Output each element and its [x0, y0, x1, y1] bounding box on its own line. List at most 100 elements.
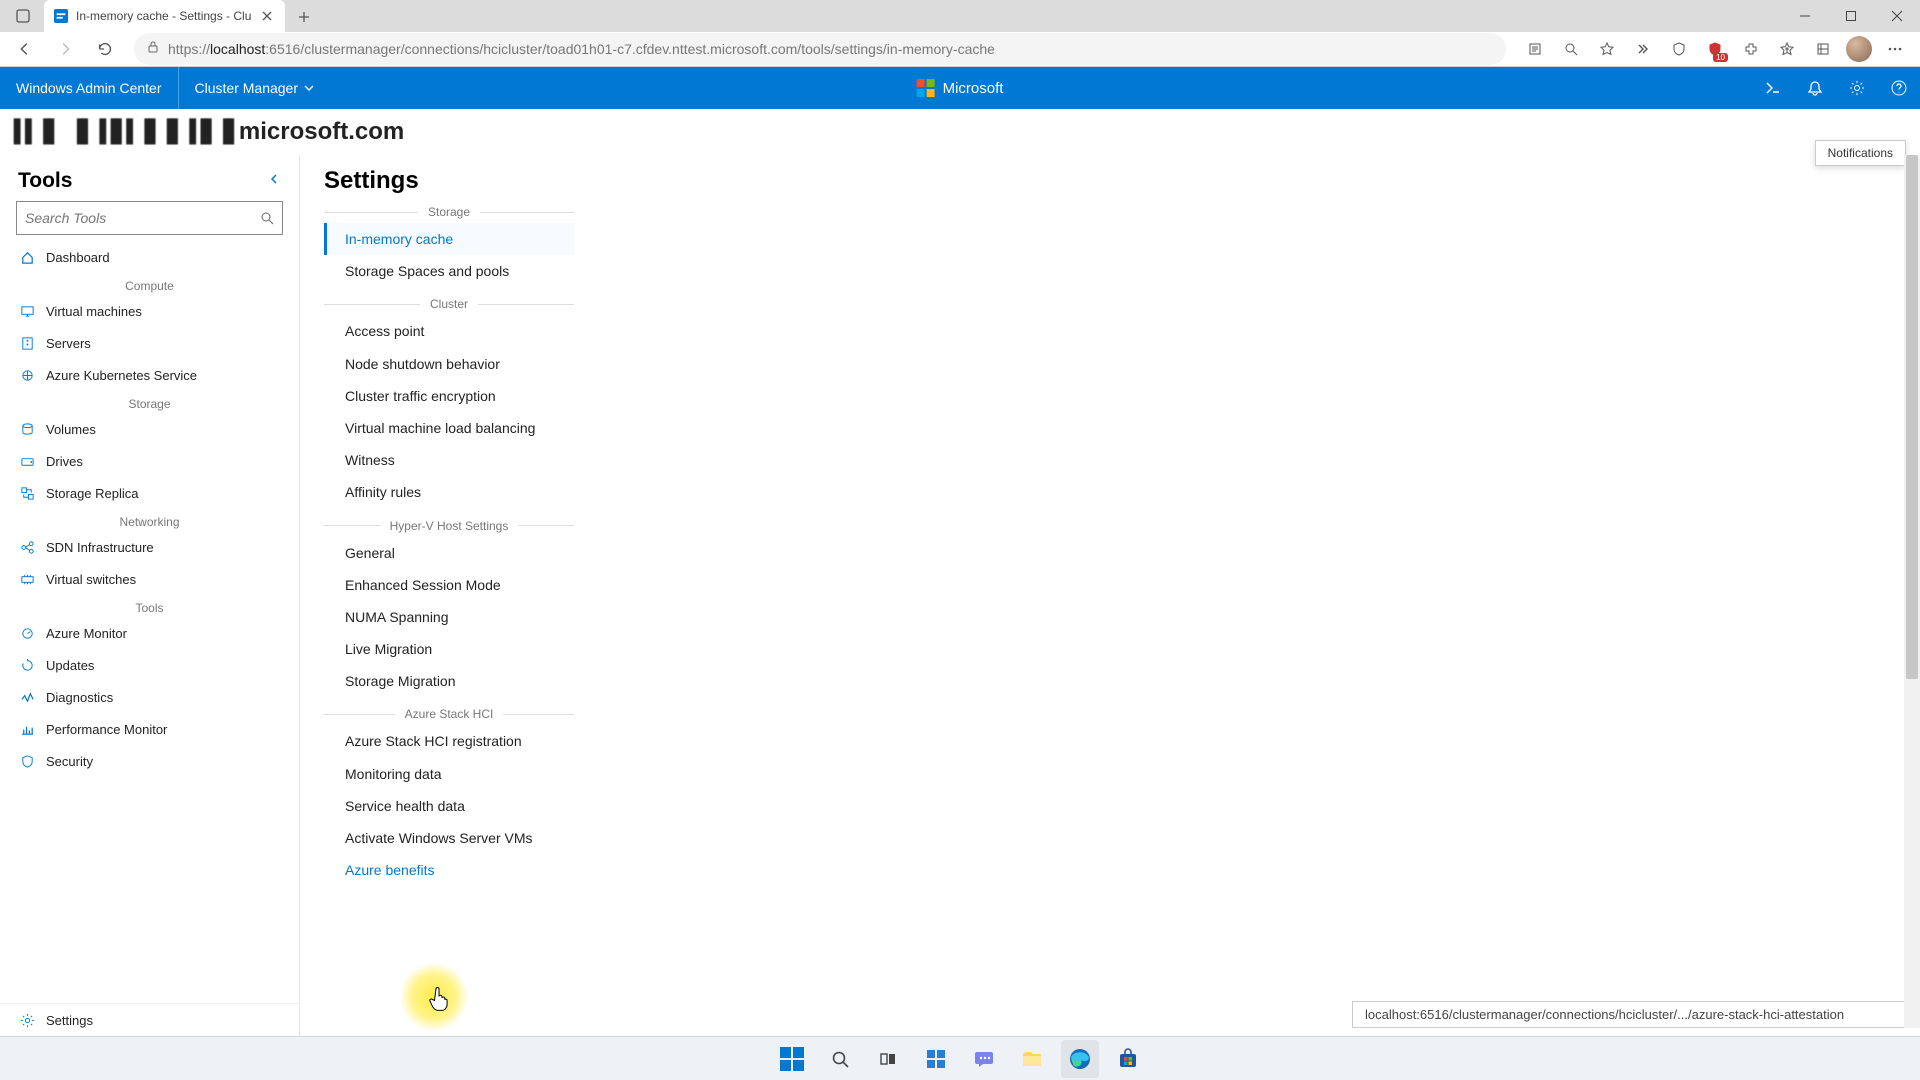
settings-gear-button[interactable]	[1836, 67, 1878, 109]
tool-item-performance-monitor[interactable]: Performance Monitor	[0, 713, 299, 745]
settings-pane: Settings StorageIn-memory cacheStorage S…	[300, 155, 1920, 1036]
taskbar-search[interactable]	[821, 1040, 859, 1078]
tool-item-servers[interactable]: Servers	[0, 327, 299, 359]
settings-item-monitoring-data[interactable]: Monitoring data	[324, 758, 574, 790]
tool-item-virtual-switches[interactable]: Virtual switches	[0, 563, 299, 595]
tool-item-label: Virtual switches	[46, 572, 136, 587]
settings-item-activate-windows-server-vms[interactable]: Activate Windows Server VMs	[324, 822, 574, 854]
window-controls	[1782, 0, 1920, 32]
settings-item-live-migration[interactable]: Live Migration	[324, 633, 574, 665]
start-button[interactable]	[773, 1040, 811, 1078]
tool-item-volumes[interactable]: Volumes	[0, 413, 299, 445]
settings-item-numa-spanning[interactable]: NUMA Spanning	[324, 601, 574, 633]
powershell-button[interactable]	[1752, 67, 1794, 109]
tab-close-button[interactable]	[259, 8, 275, 24]
wac-brand[interactable]: Windows Admin Center	[0, 67, 179, 109]
favorite-icon[interactable]	[1590, 32, 1624, 66]
monitor-icon	[18, 624, 36, 642]
tools-search[interactable]	[16, 201, 283, 235]
settings-item-storage-migration[interactable]: Storage Migration	[324, 665, 574, 697]
tool-item-azure-kubernetes-service[interactable]: Azure Kubernetes Service	[0, 359, 299, 391]
browser-chrome: In-memory cache - Settings - Clu https:/…	[0, 0, 1920, 67]
settings-item-in-memory-cache[interactable]: In-memory cache	[324, 223, 574, 255]
taskbar-store[interactable]	[1109, 1040, 1147, 1078]
extensions-icon[interactable]	[1734, 32, 1768, 66]
settings-item-service-health-data[interactable]: Service health data	[324, 790, 574, 822]
shopping-shield-icon[interactable]: 10	[1698, 32, 1732, 66]
settings-item-affinity-rules[interactable]: Affinity rules	[324, 476, 574, 508]
refresh-button[interactable]	[88, 32, 122, 66]
tool-item-virtual-machines[interactable]: Virtual machines	[0, 295, 299, 327]
settings-item-azure-stack-hci-registration[interactable]: Azure Stack HCI registration	[324, 725, 574, 757]
tool-item-label: Storage Replica	[46, 486, 139, 501]
browser-menu-button[interactable]	[1878, 32, 1912, 66]
minimize-button[interactable]	[1782, 0, 1828, 32]
task-view[interactable]	[869, 1040, 907, 1078]
settings-item-storage-spaces-and-pools[interactable]: Storage Spaces and pools	[324, 255, 574, 287]
tools-group-label: Storage	[0, 391, 299, 413]
url-text: https://localhost:6516/clustermanager/co…	[168, 41, 995, 57]
zoom-icon[interactable]	[1554, 32, 1588, 66]
maximize-button[interactable]	[1828, 0, 1874, 32]
tools-list: DashboardComputeVirtual machinesServersA…	[0, 241, 299, 1003]
browser-tab[interactable]: In-memory cache - Settings - Clu	[44, 0, 285, 32]
redacted-hostname: ▌▌▐▌ ▐▌▐▐▌▌▐▌▐▌▐▐▌▐▌	[14, 120, 239, 145]
reader-icon[interactable]	[1518, 32, 1552, 66]
notifications-button[interactable]	[1794, 67, 1836, 109]
address-bar-actions: 10	[1518, 32, 1912, 66]
tool-item-drives[interactable]: Drives	[0, 445, 299, 477]
host-domain: microsoft.com	[239, 118, 404, 146]
collapse-tools-button[interactable]	[267, 172, 281, 191]
settings-item-general[interactable]: General	[324, 537, 574, 569]
more-arrows-icon[interactable]	[1626, 32, 1660, 66]
taskbar-widgets[interactable]	[917, 1040, 955, 1078]
tool-item-security[interactable]: Security	[0, 745, 299, 777]
settings-group: Azure Stack HCI	[324, 707, 574, 721]
chevron-down-icon	[304, 83, 314, 93]
tool-item-label: Diagnostics	[46, 690, 113, 705]
tracking-icon[interactable]	[1662, 32, 1696, 66]
favorites-bar-icon[interactable]	[1770, 32, 1804, 66]
wac-context-picker[interactable]: Cluster Manager	[179, 67, 331, 109]
tools-search-input[interactable]	[25, 210, 260, 226]
tools-settings-label: Settings	[46, 1013, 93, 1028]
settings-item-virtual-machine-load-balancing[interactable]: Virtual machine load balancing	[324, 412, 574, 444]
tool-item-sdn-infrastructure[interactable]: SDN Infrastructure	[0, 531, 299, 563]
tab-actions-button[interactable]	[6, 0, 40, 32]
profile-avatar[interactable]	[1842, 32, 1876, 66]
taskbar-edge[interactable]	[1061, 1040, 1099, 1078]
tools-settings[interactable]: Settings	[0, 1003, 299, 1036]
settings-nav: StorageIn-memory cacheStorage Spaces and…	[324, 205, 574, 886]
settings-title: Settings	[324, 167, 1896, 195]
tools-title: Tools	[18, 169, 267, 193]
tool-item-updates[interactable]: Updates	[0, 649, 299, 681]
settings-group: Hyper-V Host Settings	[324, 519, 574, 533]
tool-item-label: Azure Monitor	[46, 626, 127, 641]
aks-icon	[18, 366, 36, 384]
updates-icon	[18, 656, 36, 674]
collections-icon[interactable]	[1806, 32, 1840, 66]
settings-item-azure-benefits[interactable]: Azure benefits	[324, 854, 574, 886]
settings-item-witness[interactable]: Witness	[324, 444, 574, 476]
settings-item-cluster-traffic-encryption[interactable]: Cluster traffic encryption	[324, 380, 574, 412]
taskbar-chat[interactable]	[965, 1040, 1003, 1078]
url-field[interactable]: https://localhost:6516/clustermanager/co…	[134, 33, 1506, 65]
help-button[interactable]	[1878, 67, 1920, 109]
settings-item-node-shutdown-behavior[interactable]: Node shutdown behavior	[324, 348, 574, 380]
back-button[interactable]	[8, 32, 42, 66]
tool-item-label: Performance Monitor	[46, 722, 167, 737]
taskbar-explorer[interactable]	[1013, 1040, 1051, 1078]
address-bar: https://localhost:6516/clustermanager/co…	[0, 32, 1920, 67]
tool-item-azure-monitor[interactable]: Azure Monitor	[0, 617, 299, 649]
tool-item-dashboard[interactable]: Dashboard	[0, 241, 299, 273]
tool-item-storage-replica[interactable]: Storage Replica	[0, 477, 299, 509]
settings-item-access-point[interactable]: Access point	[324, 315, 574, 347]
tool-item-label: Dashboard	[46, 250, 110, 265]
forward-button[interactable]	[48, 32, 82, 66]
new-tab-button[interactable]	[289, 2, 319, 32]
tool-item-diagnostics[interactable]: Diagnostics	[0, 681, 299, 713]
settings-item-enhanced-session-mode[interactable]: Enhanced Session Mode	[324, 569, 574, 601]
page-scrollbar[interactable]	[1904, 155, 1920, 1028]
close-window-button[interactable]	[1874, 0, 1920, 32]
vm-icon	[18, 302, 36, 320]
